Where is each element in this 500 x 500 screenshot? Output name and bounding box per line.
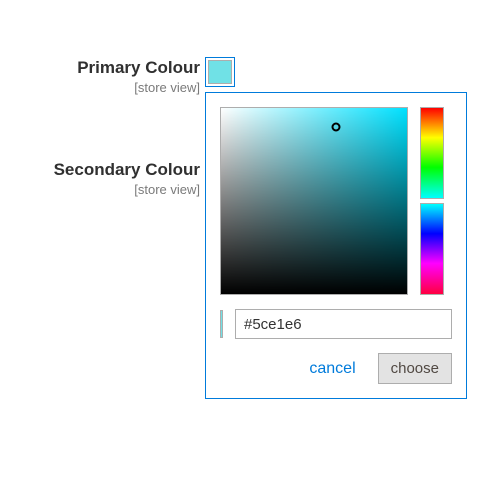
- colour-preview-swatch: [220, 310, 223, 338]
- hue-slider-bottom[interactable]: [420, 203, 444, 295]
- choose-button[interactable]: choose: [378, 353, 452, 384]
- primary-colour-swatch-trigger[interactable]: [205, 57, 235, 87]
- saturation-value-field[interactable]: [220, 107, 408, 295]
- hue-slider[interactable]: [420, 107, 444, 295]
- field-secondary-colour: Secondary Colour [store view]: [54, 160, 200, 197]
- hue-slider-top[interactable]: [420, 107, 444, 199]
- primary-colour-scope: [store view]: [77, 80, 200, 95]
- primary-colour-label: Primary Colour: [77, 58, 200, 78]
- cancel-button[interactable]: cancel: [303, 359, 361, 379]
- sv-cursor[interactable]: [332, 122, 341, 131]
- primary-colour-swatch: [208, 60, 232, 84]
- sv-black-gradient: [221, 108, 407, 294]
- secondary-colour-label: Secondary Colour: [54, 160, 200, 180]
- hex-input[interactable]: [235, 309, 452, 339]
- secondary-colour-scope: [store view]: [54, 182, 200, 197]
- colour-picker-panel: cancel choose: [205, 92, 467, 399]
- field-primary-colour: Primary Colour [store view]: [77, 58, 200, 95]
